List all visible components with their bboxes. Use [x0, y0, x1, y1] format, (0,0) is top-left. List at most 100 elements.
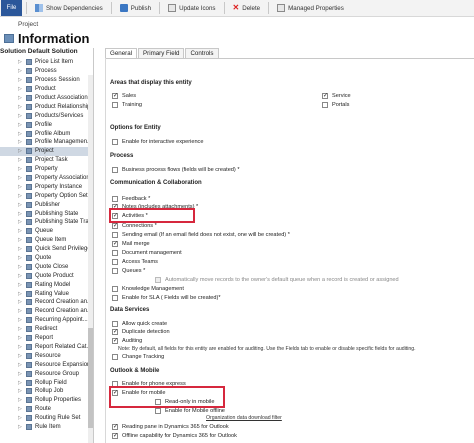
tree-item[interactable]: ▷ Product Relationship [0, 102, 92, 111]
expand-arrow-icon[interactable]: ▷ [18, 326, 22, 332]
tree-item[interactable]: ▷ Profile Managemen... [0, 138, 92, 147]
expand-arrow-icon[interactable]: ▷ [18, 193, 22, 199]
tree-item[interactable]: ▷ Redirect [0, 325, 92, 334]
tree-item[interactable]: ▷ Property Instance [0, 182, 92, 191]
org-filter-link[interactable]: Organization data download filter [206, 415, 282, 421]
show-dependencies-button[interactable]: Show Dependencies [31, 1, 107, 15]
quick-create-checkbox[interactable] [112, 321, 118, 327]
tree-item[interactable]: ▷ Queue [0, 227, 92, 236]
interactive-checkbox[interactable] [112, 139, 118, 145]
comm-queues[interactable]: Queues * [112, 267, 145, 275]
expand-arrow-icon[interactable]: ▷ [18, 237, 22, 243]
tree-item[interactable]: ▷ Recurring Appoint... [0, 316, 92, 325]
tree-item[interactable]: ▷ Quote Close [0, 262, 92, 271]
expand-arrow-icon[interactable]: ▷ [18, 104, 22, 110]
tab-controls[interactable]: Controls [185, 48, 219, 58]
area-training[interactable]: Training [112, 101, 142, 109]
tree-item[interactable]: ▷ Price List Item [0, 58, 92, 67]
mail-merge-checkbox[interactable] [112, 240, 118, 248]
om-mobile-offline[interactable]: Enable for Mobile offline [155, 407, 225, 415]
publish-button[interactable]: Publish [116, 1, 155, 15]
tree-item[interactable]: ▷ Resource Expansion [0, 360, 92, 369]
expand-arrow-icon[interactable]: ▷ [18, 255, 22, 261]
file-button[interactable]: File [1, 0, 22, 16]
expand-arrow-icon[interactable]: ▷ [18, 291, 22, 297]
tree-item[interactable]: ▷ Property [0, 165, 92, 174]
tree-item[interactable]: ▷ Resource Group [0, 369, 92, 378]
expand-arrow-icon[interactable]: ▷ [18, 113, 22, 119]
expand-arrow-icon[interactable]: ▷ [18, 380, 22, 386]
tree-item[interactable]: ▷ Project [0, 146, 92, 156]
feedback-checkbox[interactable] [112, 196, 118, 202]
tree-item[interactable]: ▷ Quote [0, 254, 92, 263]
expand-arrow-icon[interactable]: ▷ [18, 184, 22, 190]
expand-arrow-icon[interactable]: ▷ [18, 86, 22, 92]
expand-arrow-icon[interactable]: ▷ [18, 68, 22, 74]
area-portals[interactable]: Portals [322, 101, 349, 109]
tree-item[interactable]: ▷ Rule Item [0, 423, 92, 432]
expand-arrow-icon[interactable]: ▷ [18, 228, 22, 234]
expand-arrow-icon[interactable]: ▷ [18, 211, 22, 217]
tree-item[interactable]: ▷ Publisher [0, 200, 92, 209]
expand-arrow-icon[interactable]: ▷ [18, 344, 22, 350]
tree-item[interactable]: ▷ Property Association [0, 174, 92, 183]
expand-arrow-icon[interactable]: ▷ [18, 139, 22, 145]
offline-outlook-checkbox[interactable] [112, 432, 118, 440]
tree-item[interactable]: ▷ Record Creation an... [0, 298, 92, 307]
tree-item[interactable]: ▷ Rating Model [0, 280, 92, 289]
expand-arrow-icon[interactable]: ▷ [18, 219, 22, 225]
om-reading-pane[interactable]: Reading pane in Dynamics 365 for Outlook [112, 423, 229, 431]
expand-arrow-icon[interactable]: ▷ [18, 317, 22, 323]
comm-connections[interactable]: Connections * [112, 222, 157, 230]
knowledge-checkbox[interactable] [112, 286, 118, 292]
document-management-checkbox[interactable] [112, 250, 118, 256]
reading-pane-checkbox[interactable] [112, 423, 118, 431]
tree-item[interactable]: ▷ Rollup Job [0, 387, 92, 396]
tree-item[interactable]: ▷ Report Related Cat... [0, 343, 92, 352]
tree-item[interactable]: ▷ Project Task [0, 156, 92, 165]
expand-arrow-icon[interactable]: ▷ [18, 273, 22, 279]
expand-arrow-icon[interactable]: ▷ [18, 157, 22, 163]
tree-item[interactable]: ▷ Process [0, 67, 92, 76]
process-bpf[interactable]: Business process flows (fields will be c… [112, 166, 240, 174]
tree-item[interactable]: ▷ Report [0, 334, 92, 343]
expand-arrow-icon[interactable]: ▷ [18, 95, 22, 101]
portals-checkbox[interactable] [322, 102, 328, 108]
expand-arrow-icon[interactable]: ▷ [18, 122, 22, 128]
change-tracking-checkbox[interactable] [112, 354, 118, 360]
expand-arrow-icon[interactable]: ▷ [18, 246, 22, 252]
tree-item[interactable]: ▷ Publishing State [0, 209, 92, 218]
tree-item[interactable]: ▷ Quick Send Privilege [0, 245, 92, 254]
comm-sending-email[interactable]: Sending email (If an email field does no… [112, 231, 290, 239]
tree-item[interactable]: ▷ Queue Item [0, 236, 92, 245]
tree-item[interactable]: ▷ Record Creation an... [0, 307, 92, 316]
auditing-checkbox[interactable] [112, 337, 118, 345]
tree-item[interactable]: ▷ Products/Services [0, 111, 92, 120]
tab-general[interactable]: General [105, 48, 138, 58]
expand-arrow-icon[interactable]: ▷ [18, 77, 22, 83]
service-checkbox[interactable] [322, 92, 328, 100]
tree-item[interactable]: ▷ Profile Album [0, 129, 92, 138]
comm-access-teams[interactable]: Access Teams [112, 258, 158, 266]
training-checkbox[interactable] [112, 102, 118, 108]
duplicate-detection-checkbox[interactable] [112, 328, 118, 336]
ds-quick-create[interactable]: Allow quick create [112, 320, 167, 328]
expand-arrow-icon[interactable]: ▷ [18, 371, 22, 377]
tree-item[interactable]: ▷ Profile [0, 120, 92, 129]
tree-item[interactable]: ▷ Product [0, 85, 92, 94]
expand-arrow-icon[interactable]: ▷ [18, 388, 22, 394]
sla-checkbox[interactable] [112, 295, 118, 301]
expand-arrow-icon[interactable]: ▷ [18, 148, 22, 154]
tree-item[interactable]: ▷ Quote Product [0, 271, 92, 280]
expand-arrow-icon[interactable]: ▷ [18, 299, 22, 305]
tree-item[interactable]: ▷ Rating Value [0, 289, 92, 298]
expand-arrow-icon[interactable]: ▷ [18, 175, 22, 181]
ds-change-tracking[interactable]: Change Tracking [112, 353, 164, 361]
expand-arrow-icon[interactable]: ▷ [18, 131, 22, 137]
om-offline-outlook[interactable]: Offline capability for Dynamics 365 for … [112, 432, 237, 440]
area-service[interactable]: Service [322, 92, 351, 100]
tree-item[interactable]: ▷ Routing Rule Set [0, 414, 92, 423]
bpf-checkbox[interactable] [112, 167, 118, 173]
expand-arrow-icon[interactable]: ▷ [18, 59, 22, 65]
tree-item[interactable]: ▷ Publishing State Tra... [0, 218, 92, 227]
